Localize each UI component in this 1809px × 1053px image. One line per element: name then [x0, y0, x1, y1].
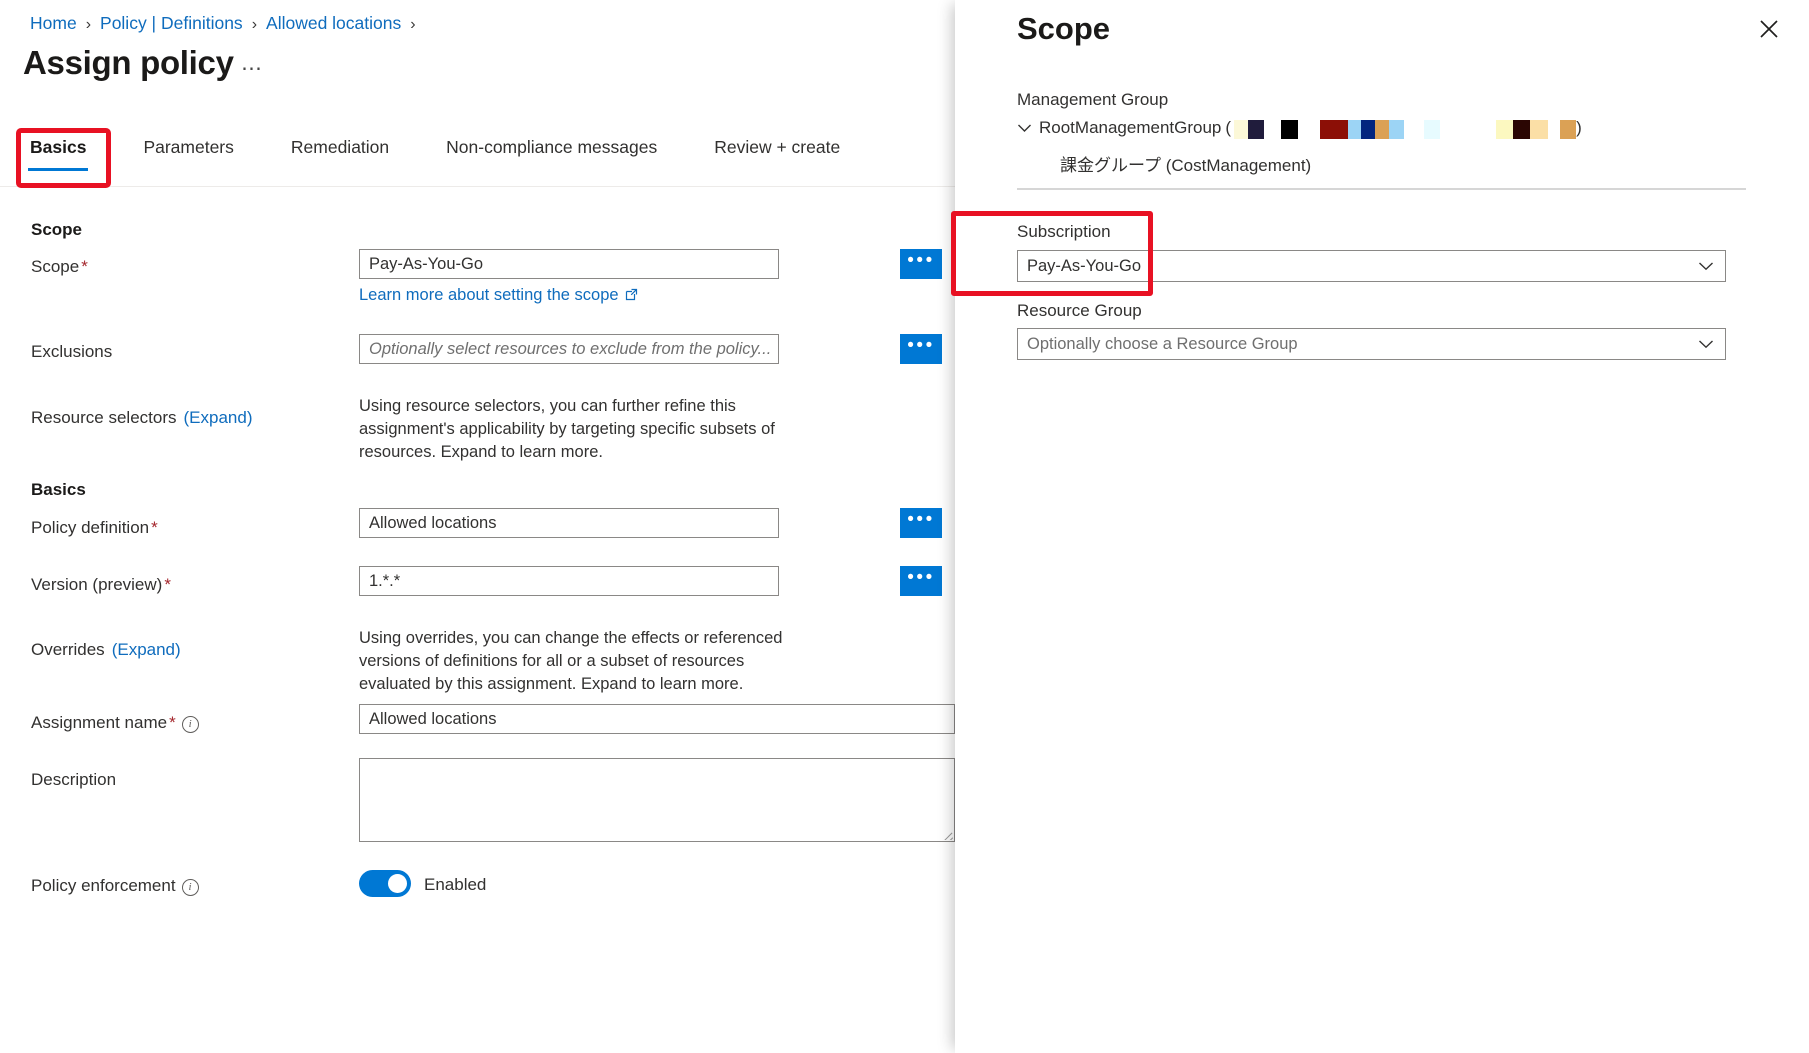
tab-basics[interactable]: Basics — [27, 137, 89, 171]
redaction-block — [1440, 119, 1497, 139]
resource-group-value: Optionally choose a Resource Group — [1027, 335, 1298, 353]
redacted-guid — [1234, 119, 1577, 139]
policy-definition-input[interactable]: Allowed locations — [359, 508, 779, 538]
management-group-root-node[interactable]: RootManagementGroup ( ) — [1017, 118, 1582, 139]
subscription-value: Pay-As-You-Go — [1027, 257, 1142, 275]
tab-list: Basics Parameters Remediation Non-compli… — [27, 137, 897, 171]
tabs-divider — [0, 186, 955, 187]
chevron-down-icon — [1698, 329, 1714, 359]
panel-title: Scope — [1017, 11, 1111, 46]
redaction-block — [1320, 119, 1349, 139]
assignment-name-label: Assignment name * i — [31, 713, 199, 733]
management-group-child-node[interactable]: 課金グループ (CostManagement) — [1060, 151, 1311, 176]
textarea-resize-grip[interactable] — [941, 828, 953, 840]
open-paren: ( — [1225, 118, 1232, 137]
exclusions-picker-button[interactable]: ••• — [900, 334, 942, 364]
assignment-name-info-icon[interactable]: i — [181, 716, 199, 733]
resource-group-label: Resource Group — [1017, 301, 1142, 320]
policy-enforcement-state: Enabled — [424, 875, 487, 894]
policy-enforcement-toggle[interactable] — [359, 870, 411, 897]
close-icon[interactable] — [1752, 12, 1786, 46]
breadcrumb-separator: › — [410, 16, 416, 33]
tab-non-compliance-messages[interactable]: Non-compliance messages — [446, 137, 657, 171]
redaction-block — [1560, 119, 1577, 139]
breadcrumb-separator: › — [85, 16, 92, 33]
chevron-down-icon — [1698, 251, 1714, 281]
resource-selectors-expand-link[interactable]: (Expand) — [184, 408, 253, 427]
learn-more-scope-link[interactable]: Learn more about setting the scope — [359, 286, 638, 306]
redaction-block — [1530, 119, 1549, 139]
redaction-block — [1424, 119, 1441, 139]
breadcrumb-separator: › — [251, 16, 258, 33]
management-group-label: Management Group — [1017, 90, 1169, 109]
tab-review-create[interactable]: Review + create — [714, 137, 840, 171]
redaction-block — [1404, 119, 1425, 139]
policy-enforcement-info-icon[interactable]: i — [181, 879, 199, 896]
redaction-block — [1298, 119, 1321, 139]
tab-parameters[interactable]: Parameters — [143, 137, 233, 171]
resource-selectors-help: Using resource selectors, you can furthe… — [359, 397, 775, 461]
breadcrumb: Home › Policy | Definitions › Allowed locati… — [30, 10, 425, 38]
redaction-block — [1264, 119, 1282, 139]
scope-picker-button[interactable]: ••• — [900, 249, 942, 279]
redaction-block — [1248, 119, 1265, 139]
redaction-block — [1375, 119, 1390, 139]
toggle-knob — [388, 874, 407, 893]
policy-enforcement-label: Policy enforcement i — [31, 876, 199, 896]
exclusions-label: Exclusions — [31, 342, 113, 361]
page-title: Assign policy — [23, 44, 234, 81]
resource-selectors-label: Resource selectors (Expand) — [31, 408, 253, 427]
assignment-name-input[interactable]: Allowed locations — [359, 704, 955, 734]
breadcrumb-item-allowed-locations[interactable]: Allowed locations — [266, 13, 401, 33]
policy-definition-picker-button[interactable]: ••• — [900, 508, 942, 538]
redaction-block — [1389, 119, 1405, 139]
version-label: Version (preview) * — [31, 575, 171, 594]
management-group-root-name: RootManagementGroup — [1039, 118, 1222, 137]
redaction-block — [1496, 119, 1514, 139]
policy-definition-label: Policy definition * — [31, 518, 158, 537]
resource-group-select[interactable]: Optionally choose a Resource Group — [1017, 328, 1726, 360]
assign-policy-blade: Home › Policy | Definitions › Allowed locati… — [0, 0, 955, 1053]
breadcrumb-item-home[interactable]: Home — [30, 13, 77, 33]
breadcrumb-item-policy-definitions[interactable]: Policy | Definitions — [100, 13, 243, 33]
close-paren: ) — [1576, 118, 1582, 137]
version-input[interactable]: 1.*.* — [359, 566, 779, 596]
subscription-select[interactable]: Pay-As-You-Go — [1017, 250, 1726, 282]
more-options-button[interactable]: ⋯ — [241, 56, 264, 81]
redaction-block — [1361, 119, 1376, 139]
exclusions-input[interactable]: Optionally select resources to exclude f… — [359, 334, 779, 364]
redaction-block — [1548, 119, 1561, 139]
scope-label: Scope * — [31, 257, 88, 276]
redaction-block — [1234, 119, 1249, 139]
overrides-help: Using overrides, you can change the effe… — [359, 629, 783, 693]
description-textarea[interactable] — [359, 758, 955, 842]
chevron-down-icon[interactable] — [1017, 118, 1035, 138]
redaction-block — [1348, 119, 1362, 139]
redaction-block — [1281, 119, 1299, 139]
panel-divider — [1017, 188, 1746, 190]
scope-flyout-panel: Scope Management Group RootManagementGro… — [955, 0, 1809, 1053]
overrides-label: Overrides (Expand) — [31, 640, 181, 659]
external-link-icon — [625, 287, 638, 306]
tab-remediation[interactable]: Remediation — [291, 137, 389, 171]
overrides-expand-link[interactable]: (Expand) — [112, 640, 181, 659]
description-label: Description — [31, 770, 117, 789]
section-heading-scope: Scope — [31, 220, 83, 239]
subscription-label: Subscription — [1017, 222, 1111, 241]
scope-input[interactable]: Pay-As-You-Go — [359, 249, 779, 279]
version-picker-button[interactable]: ••• — [900, 566, 942, 596]
redaction-block — [1513, 119, 1531, 139]
section-heading-basics: Basics — [31, 480, 86, 499]
